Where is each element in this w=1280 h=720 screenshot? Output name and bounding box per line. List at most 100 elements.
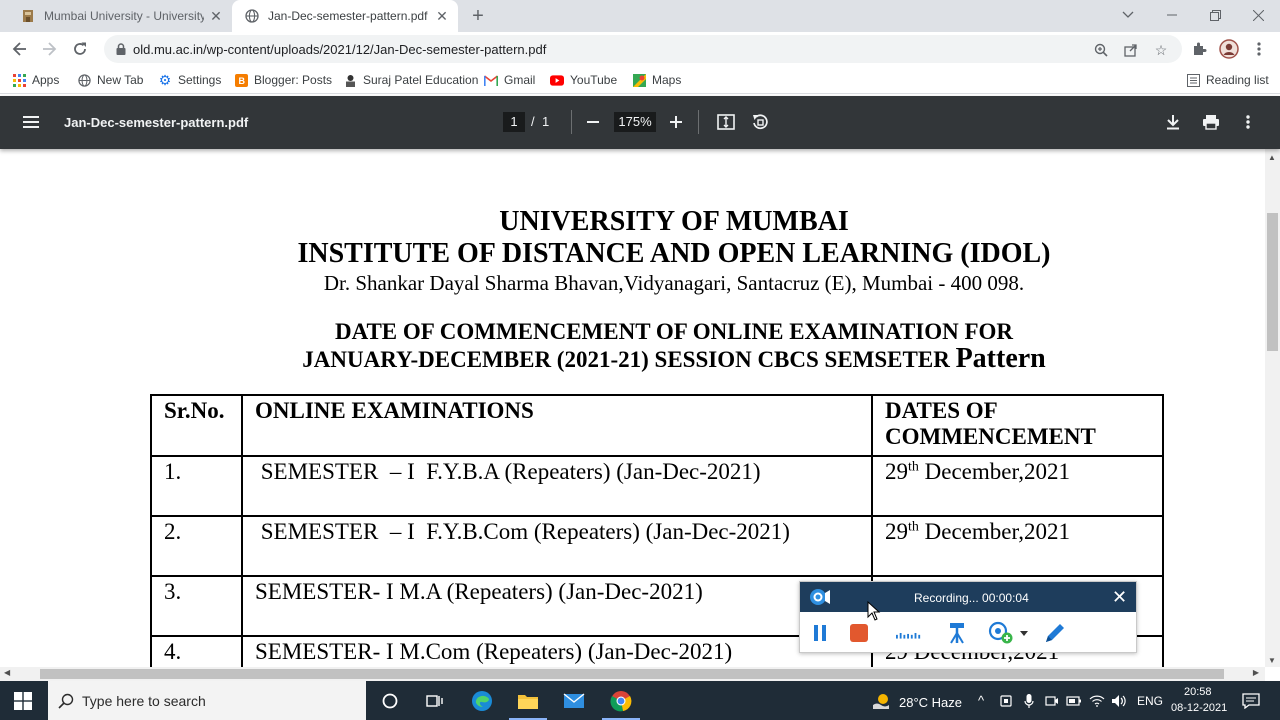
close-recorder-icon[interactable]: ✕ (1112, 587, 1127, 608)
vertical-scroll-thumb[interactable] (1267, 213, 1278, 351)
svg-text:B: B (238, 76, 245, 86)
cortana-icon[interactable] (375, 686, 405, 716)
weather-haze-icon[interactable] (866, 686, 896, 716)
task-view-icon[interactable] (420, 686, 450, 716)
hamburger-menu-icon[interactable] (22, 113, 40, 131)
print-icon[interactable] (1199, 110, 1223, 134)
zoom-level-input[interactable]: 175% (614, 112, 656, 132)
scroll-down-arrow-icon[interactable]: ▼ (1268, 656, 1276, 665)
stop-icon[interactable] (846, 620, 872, 646)
onedrive-icon[interactable] (994, 686, 1018, 716)
date-ordinal: th (908, 459, 919, 475)
scroll-up-arrow-icon[interactable]: ▲ (1268, 153, 1276, 162)
tab-search-chevron-icon[interactable] (1106, 0, 1150, 30)
exam-cell: SEMESTER- I M.Com (Repeaters) (Jan-Dec-2… (241, 635, 873, 667)
tab-mumbai-university[interactable]: Mumbai University - University of ✕ (8, 0, 232, 32)
webcam-icon[interactable] (1040, 686, 1064, 716)
bookmark-label: New Tab (97, 73, 144, 87)
sr-no-cell: 2. (150, 515, 243, 577)
vertical-scrollbar[interactable]: ▲ ▼ (1265, 149, 1280, 667)
fit-to-page-icon[interactable] (714, 110, 738, 134)
back-arrow-icon[interactable] (7, 36, 33, 62)
lock-icon[interactable] (114, 42, 128, 56)
webcam-tripod-icon[interactable] (944, 620, 970, 646)
download-icon[interactable] (1161, 110, 1185, 134)
add-annotation-icon[interactable] (988, 620, 1014, 646)
audio-level-icon[interactable] (896, 620, 922, 646)
page-number-input[interactable]: 1 (503, 112, 525, 132)
bookmarks-bar: Apps New Tab ⚙ Settings B Blogger: Posts… (0, 66, 1280, 94)
more-options-icon[interactable] (1236, 110, 1260, 134)
bookmark-new-tab[interactable]: New Tab (77, 71, 143, 89)
language-indicator[interactable]: ENG (1137, 694, 1163, 708)
pencil-icon[interactable] (1042, 620, 1068, 646)
youtube-icon (550, 73, 564, 87)
globe-icon (77, 73, 91, 87)
apps-grid-icon (12, 73, 26, 87)
edge-browser-icon[interactable] (467, 686, 497, 716)
blogger-icon: B (234, 73, 248, 87)
share-icon[interactable] (1122, 41, 1140, 59)
chrome-icon[interactable] (606, 686, 636, 716)
bookmark-apps[interactable]: Apps (12, 71, 59, 89)
zoom-out-minus-icon[interactable] (581, 110, 605, 134)
dropdown-caret-icon[interactable] (1017, 620, 1031, 646)
microphone-icon[interactable] (1017, 686, 1041, 716)
maps-icon (632, 73, 646, 87)
university-favicon-icon (20, 8, 36, 24)
close-window-icon[interactable] (1236, 0, 1280, 30)
bookmark-suraj-patel[interactable]: Suraj Patel Education (343, 71, 478, 89)
bookmark-gmail[interactable]: Gmail (484, 71, 535, 89)
show-hidden-icons-caret[interactable]: ^ (978, 693, 984, 708)
notice-title-line1: DATE OF COMMENCEMENT OF ONLINE EXAMINATI… (334, 319, 1014, 344)
mail-icon[interactable] (559, 686, 589, 716)
pause-icon[interactable] (807, 620, 833, 646)
rotate-icon[interactable] (748, 110, 772, 134)
forward-arrow-icon[interactable] (36, 36, 62, 62)
globe-icon (244, 8, 260, 24)
bookmark-maps[interactable]: Maps (632, 71, 681, 89)
close-tab-icon[interactable]: ✕ (434, 8, 450, 24)
horizontal-scroll-thumb[interactable] (40, 669, 1224, 679)
new-tab-plus-icon[interactable]: + (466, 4, 490, 28)
address-bar[interactable]: old.mu.ac.in/wp-content/uploads/2021/12/… (104, 35, 1182, 63)
scroll-right-arrow-icon[interactable]: ▶ (1253, 668, 1259, 677)
taskbar-search-box[interactable]: Type here to search (48, 681, 366, 720)
zoom-in-plus-icon[interactable] (664, 110, 688, 134)
camera-icon (810, 589, 830, 605)
bookmark-settings[interactable]: ⚙ Settings (158, 71, 222, 89)
volume-icon[interactable] (1107, 686, 1131, 716)
tab-strip: Mumbai University - University of ✕ Jan-… (0, 0, 1280, 32)
scroll-left-arrow-icon[interactable]: ◀ (4, 668, 10, 677)
search-placeholder: Type here to search (82, 692, 206, 709)
bookmark-blogger[interactable]: B Blogger: Posts (234, 71, 332, 89)
horizontal-scrollbar[interactable]: ◀ ▶ (0, 667, 1265, 681)
windows-start-icon[interactable] (14, 692, 32, 710)
reload-icon[interactable] (67, 36, 93, 62)
bookmark-label: Blogger: Posts (254, 73, 333, 87)
profile-avatar-icon[interactable] (1216, 36, 1242, 62)
recorder-header[interactable]: Recording... 00:00:04 ✕ (800, 582, 1136, 612)
bookmark-star-icon[interactable]: ☆ (1152, 41, 1170, 59)
reading-list-button[interactable]: Reading list (1186, 71, 1269, 89)
chrome-menu-icon[interactable] (1246, 36, 1272, 62)
notice-title-prefix: JANUARY-DECEMBER (2021-21) SESSION CBCS … (302, 347, 950, 372)
weather-text[interactable]: 28°C Haze (899, 695, 962, 710)
url-text: old.mu.ac.in/wp-content/uploads/2021/12/… (133, 42, 547, 57)
sr-no-cell: 1. (150, 455, 243, 517)
battery-icon[interactable] (1062, 686, 1086, 716)
restore-icon[interactable] (1193, 0, 1237, 30)
zoom-magnifier-icon[interactable] (1092, 41, 1110, 59)
exam-cell: SEMESTER- I M.A (Repeaters) (Jan-Dec-202… (241, 575, 873, 637)
date-rest: December,2021 (918, 459, 1070, 484)
extensions-puzzle-icon[interactable] (1186, 36, 1212, 62)
wifi-icon[interactable] (1085, 686, 1109, 716)
close-tab-icon[interactable]: ✕ (208, 8, 224, 24)
bookmark-youtube[interactable]: YouTube (550, 71, 617, 89)
file-explorer-icon[interactable] (513, 686, 543, 716)
clock-time[interactable]: 20:58 (1184, 686, 1212, 698)
notifications-icon[interactable] (1236, 686, 1266, 716)
clock-date[interactable]: 08-12-2021 (1171, 702, 1227, 714)
minimize-icon[interactable] (1150, 0, 1194, 30)
tab-pdf[interactable]: Jan-Dec-semester-pattern.pdf ✕ (232, 0, 458, 32)
